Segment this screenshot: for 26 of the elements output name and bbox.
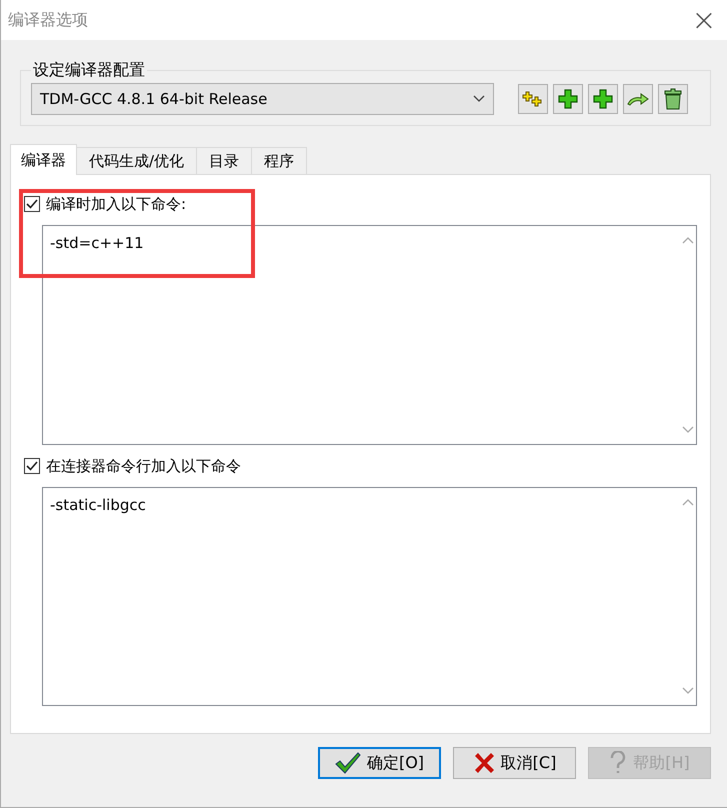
window-title: 编译器选项 [8,10,88,30]
check-icon [334,752,361,774]
question-icon [609,751,628,775]
check-icon [26,199,38,209]
dialog-button[interactable]: 取消[C] [453,747,576,779]
plus-icon [558,89,578,109]
tab[interactable]: 编译器 [10,144,77,175]
toolbar-button[interactable] [658,84,688,114]
checkbox[interactable]: 编译时加入以下命令: [24,191,697,217]
plus-icon [593,89,613,109]
checkbox[interactable]: 在连接器命令行加入以下命令 [24,453,697,479]
plus-pair-icon [522,90,544,108]
compiler-dropdown[interactable]: TDM-GCC 4.8.1 64-bit Release [31,83,494,115]
close-button[interactable]: × [681,0,727,40]
curved-arrow-icon [627,91,649,107]
tab[interactable]: 程序 [251,147,308,175]
toolbar-button[interactable] [518,84,548,114]
toolbar-button[interactable] [588,84,618,114]
toolbar-button[interactable] [623,84,653,114]
trash-icon [664,88,682,110]
group-label: 设定编译器配置 [32,60,146,81]
x-icon [472,752,495,774]
check-icon [26,461,38,471]
dialog-button[interactable]: 确定[O] [318,747,441,779]
toolbar-button[interactable] [553,84,583,114]
chevron-icon [473,95,485,103]
